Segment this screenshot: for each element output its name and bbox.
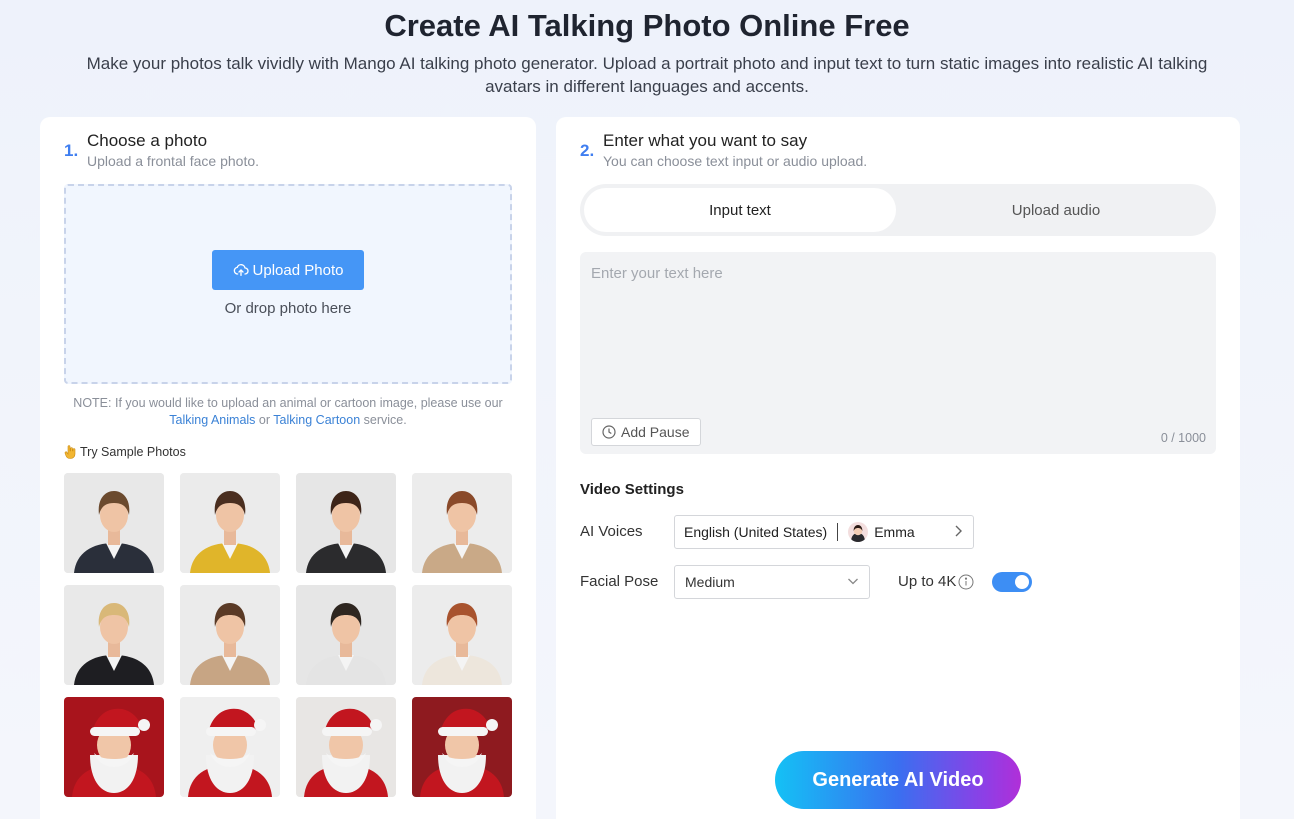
sample-photo[interactable] [296, 473, 396, 573]
page-subtitle-line2: avatars in different languages and accen… [485, 77, 809, 96]
add-pause-button[interactable]: Add Pause [591, 418, 701, 446]
upload-photo-label: Upload Photo [252, 261, 344, 279]
page-subtitle: Make your photos talk vividly with Mango… [50, 52, 1244, 98]
woman-dark-blazer-portrait-icon [296, 473, 396, 573]
choose-photo-card: 1. Choose a photo Upload a frontal face … [40, 117, 536, 819]
script-text-placeholder: Enter your text here [591, 265, 723, 282]
video-settings-title: Video Settings [580, 481, 684, 498]
woman-yellow-blazer-portrait-icon [180, 473, 280, 573]
toggle-knob [1015, 575, 1029, 589]
sample-photo[interactable] [180, 585, 280, 685]
man-white-suit-portrait-icon [296, 585, 396, 685]
santa-portrait-2-icon [180, 697, 280, 797]
chevron-right-icon [943, 524, 973, 540]
info-icon[interactable] [958, 574, 974, 590]
upload-photo-button[interactable]: Upload Photo [212, 250, 364, 290]
facial-pose-value: Medium [685, 574, 735, 590]
sample-photo[interactable] [180, 473, 280, 573]
note-suffix: service. [363, 413, 407, 427]
voice-divider [837, 523, 839, 541]
hand-pointer-icon [64, 445, 76, 459]
step-2-title: Enter what you want to say [603, 131, 808, 150]
santa-portrait-3-icon [296, 697, 396, 797]
sample-photo[interactable] [296, 585, 396, 685]
drop-photo-text: Or drop photo here [224, 300, 352, 317]
tab-upload-audio[interactable]: Upload audio [900, 188, 1212, 232]
note-prefix: NOTE: If you would like to upload an ani… [73, 396, 503, 410]
script-text-input[interactable]: Enter your text here Add Pause 0 / 1000 [580, 252, 1216, 454]
step-2-subtitle: You can choose text input or audio uploa… [603, 153, 868, 169]
voice-name: Emma [874, 524, 915, 540]
note-or: or [258, 413, 271, 427]
photo-dropzone[interactable]: Upload Photo Or drop photo here [64, 184, 512, 384]
talking-cartoon-link[interactable]: Talking Cartoon [273, 413, 360, 427]
chevron-down-icon [847, 574, 859, 591]
page-title: Create AI Talking Photo Online Free [384, 8, 910, 43]
generate-ai-video-button[interactable]: Generate AI Video [775, 751, 1021, 809]
sample-photo[interactable] [412, 697, 512, 797]
woman-beige-blazer-portrait-icon [412, 473, 512, 573]
clock-icon [602, 425, 616, 439]
facial-pose-label: Facial Pose [580, 573, 659, 590]
sample-photo[interactable] [296, 697, 396, 797]
santa-portrait-4-icon [412, 697, 512, 797]
sample-photo[interactable] [180, 697, 280, 797]
man-suit-portrait-icon [64, 473, 164, 573]
up-to-4k-toggle[interactable] [992, 572, 1032, 592]
cloud-upload-icon [233, 264, 249, 276]
up-to-4k-label: Up to 4K [898, 573, 974, 590]
character-counter: 0 / 1000 [1160, 431, 1206, 445]
santa-portrait-1-icon [64, 697, 164, 797]
try-sample-photos-text: Try Sample Photos [80, 445, 186, 459]
ai-voice-selector[interactable]: English (United States) Emma [674, 515, 974, 549]
talking-animals-link[interactable]: Talking Animals [169, 413, 255, 427]
facial-pose-select[interactable]: Medium [674, 565, 870, 599]
ai-voices-label: AI Voices [580, 523, 643, 540]
sample-photo[interactable] [412, 473, 512, 573]
voice-language: English (United States) [684, 524, 828, 540]
step-1-subtitle: Upload a frontal face photo. [87, 153, 260, 169]
sample-photo[interactable] [64, 473, 164, 573]
step-2-number: 2. [580, 141, 595, 160]
sample-photo[interactable] [64, 585, 164, 685]
step-1-number: 1. [64, 141, 79, 160]
up-to-4k-text: Up to 4K [898, 573, 957, 590]
tab-input-text[interactable]: Input text [584, 188, 896, 232]
woman-glasses-beige-portrait-icon [180, 585, 280, 685]
try-sample-photos-label: Try Sample Photos [64, 445, 186, 459]
upload-note: NOTE: If you would like to upload an ani… [64, 395, 512, 429]
sample-photo[interactable] [64, 697, 164, 797]
step-1-title: Choose a photo [87, 131, 208, 150]
page-subtitle-line1: Make your photos talk vividly with Mango… [86, 54, 1208, 73]
woman-redhead-portrait-icon [412, 585, 512, 685]
woman-glasses-tie-portrait-icon [64, 585, 164, 685]
sample-photo[interactable] [412, 585, 512, 685]
voice-avatar [848, 522, 869, 542]
add-pause-label: Add Pause [621, 424, 690, 440]
enter-text-card: 2. Enter what you want to say You can ch… [556, 117, 1240, 819]
input-mode-tabs: Input text Upload audio [580, 184, 1216, 236]
